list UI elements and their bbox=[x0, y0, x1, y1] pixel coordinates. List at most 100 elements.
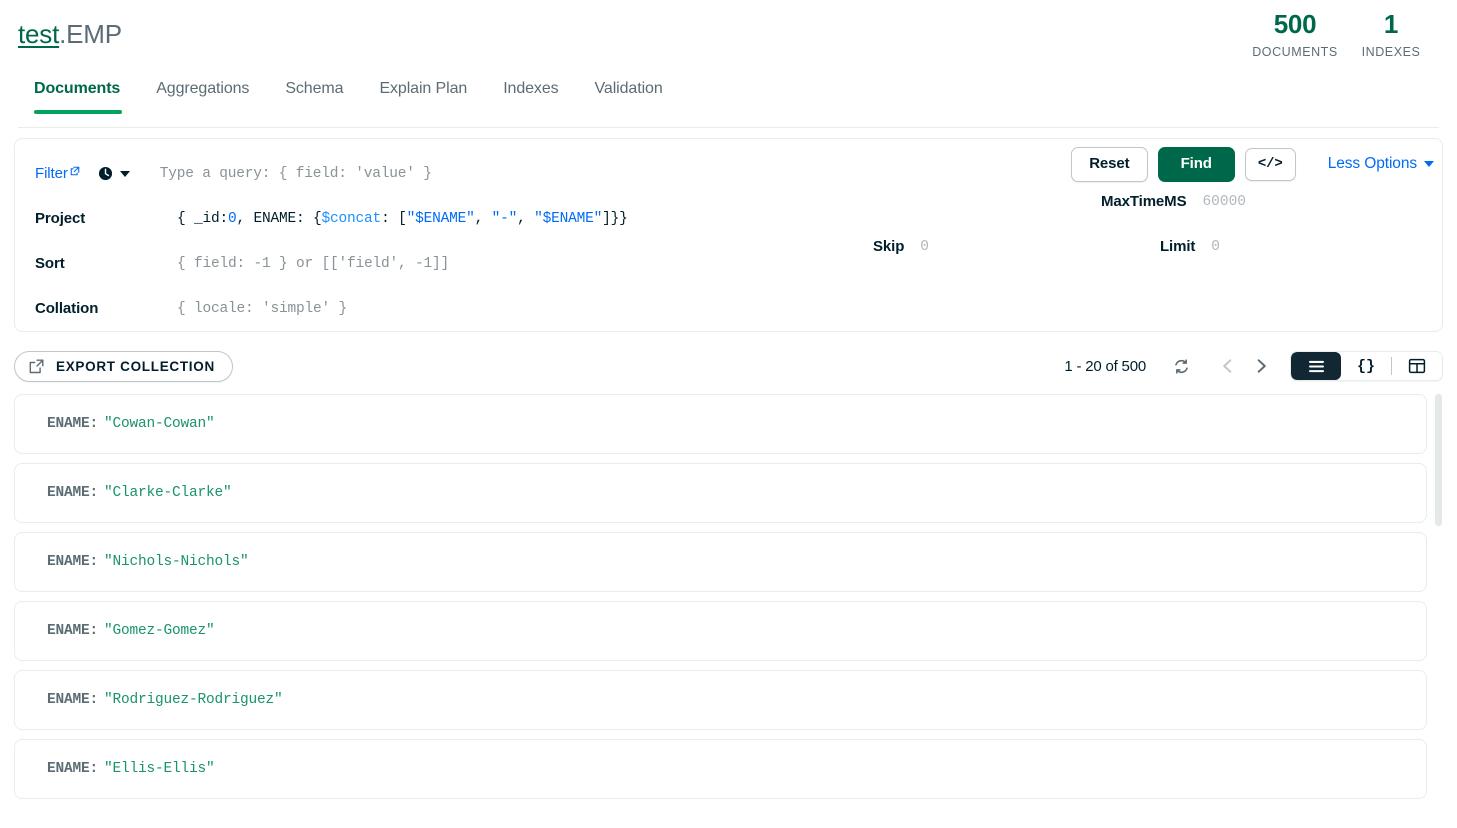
query-sort-row: Sort { field: -1 } or [['field', -1]] bbox=[25, 241, 1432, 286]
document-card[interactable]: ENAME: "Cowan-Cowan" bbox=[14, 394, 1427, 454]
view-mode-json[interactable]: {} bbox=[1341, 352, 1391, 380]
project-input[interactable]: { _id:0, ENAME: {$concat: ["$ENAME", "-"… bbox=[177, 211, 1432, 227]
query-history-button[interactable] bbox=[98, 166, 130, 181]
document-card[interactable]: ENAME: "Ellis-Ellis" bbox=[14, 739, 1427, 799]
document-list-scrollbar[interactable] bbox=[1434, 394, 1443, 814]
documents-pagination: 1 - 20 of 500 {} bbox=[1064, 348, 1443, 384]
refresh-icon bbox=[1174, 358, 1188, 374]
chevron-down-icon bbox=[1424, 161, 1434, 168]
skip-input[interactable]: 0 bbox=[920, 239, 929, 255]
collation-input[interactable]: { locale: 'simple' } bbox=[177, 301, 1432, 317]
document-field: ENAME: "Nichols-Nichols" bbox=[47, 554, 249, 570]
document-card[interactable]: ENAME: "Nichols-Nichols" bbox=[14, 532, 1427, 592]
options-toggle[interactable]: Less Options bbox=[1328, 155, 1434, 173]
document-field-value[interactable]: "Cowan-Cowan" bbox=[104, 416, 215, 432]
maxtimems-label: MaxTimeMS bbox=[1100, 193, 1187, 210]
document-range-label: 1 - 20 of 500 bbox=[1064, 357, 1146, 375]
document-field-key: ENAME bbox=[47, 623, 90, 639]
tab-explain-plan[interactable]: Explain Plan bbox=[361, 80, 485, 112]
external-link-icon bbox=[70, 166, 80, 175]
project-token-zero: 0 bbox=[228, 210, 237, 227]
query-skip-row: Skip 0 bbox=[873, 238, 929, 255]
compass-collection-view: test.EMP 500 DOCUMENTS 1 INDEXES Documen… bbox=[0, 0, 1457, 828]
reset-button[interactable]: Reset bbox=[1071, 147, 1148, 182]
collection-name: EMP bbox=[66, 19, 122, 49]
scrollbar-thumb[interactable] bbox=[1435, 394, 1442, 526]
indexes-count-label: INDEXES bbox=[1361, 44, 1421, 59]
tab-documents-label: Documents bbox=[34, 80, 121, 97]
documents-toolbar: EXPORT COLLECTION 1 - 20 of 500 {} bbox=[14, 348, 1443, 384]
tab-validation[interactable]: Validation bbox=[577, 80, 681, 112]
view-mode-table[interactable] bbox=[1392, 352, 1442, 380]
limit-label: Limit bbox=[1159, 238, 1196, 255]
view-mode-list[interactable] bbox=[1291, 352, 1341, 380]
indexes-count-value: 1 bbox=[1383, 9, 1399, 39]
collection-tabs: Documents Aggregations Schema Explain Pl… bbox=[0, 80, 1457, 128]
collection-stats: 500 DOCUMENTS 1 INDEXES bbox=[1247, 8, 1439, 59]
sort-input[interactable]: { field: -1 } or [['field', -1]] bbox=[177, 256, 1432, 272]
export-to-language-button[interactable]: </> bbox=[1244, 147, 1296, 182]
next-page-button[interactable] bbox=[1244, 351, 1278, 381]
database-name-link[interactable]: test bbox=[18, 19, 59, 49]
project-token-str3: "$ENAME" bbox=[534, 210, 603, 227]
options-toggle-label: Less Options bbox=[1327, 155, 1417, 173]
document-field-key: ENAME bbox=[47, 692, 90, 708]
tab-documents[interactable]: Documents bbox=[18, 80, 138, 114]
clock-icon bbox=[98, 166, 112, 181]
document-field-colon: : bbox=[89, 761, 99, 777]
project-token-post: ]}} bbox=[602, 210, 628, 227]
tab-validation-label: Validation bbox=[594, 80, 663, 97]
tab-schema[interactable]: Schema bbox=[267, 80, 361, 112]
document-field-colon: : bbox=[89, 554, 99, 570]
query-limit-row: Limit 0 bbox=[1160, 238, 1220, 255]
previous-page-button[interactable] bbox=[1210, 351, 1244, 381]
tab-aggregations[interactable]: Aggregations bbox=[138, 80, 267, 112]
document-card[interactable]: ENAME: "Gomez-Gomez" bbox=[14, 601, 1427, 661]
collection-header: test.EMP 500 DOCUMENTS 1 INDEXES bbox=[0, 0, 1457, 80]
query-bar: Filter Type a query: { field: 'value' } … bbox=[14, 138, 1443, 332]
document-field: ENAME: "Rodriguez-Rodriguez" bbox=[47, 692, 283, 708]
project-label: Project bbox=[35, 210, 86, 227]
document-field-value[interactable]: "Rodriguez-Rodriguez" bbox=[104, 692, 283, 708]
maxtimems-input[interactable]: 60000 bbox=[1202, 194, 1246, 210]
project-token-str2: "-" bbox=[491, 210, 518, 227]
document-field-value[interactable]: "Clarke-Clarke" bbox=[104, 485, 232, 501]
document-card[interactable]: ENAME: "Rodriguez-Rodriguez" bbox=[14, 670, 1427, 730]
tab-indexes[interactable]: Indexes bbox=[485, 80, 576, 112]
document-field: ENAME: "Gomez-Gomez" bbox=[47, 623, 215, 639]
tab-aggregations-label: Aggregations bbox=[156, 80, 250, 97]
document-field-value[interactable]: "Gomez-Gomez" bbox=[104, 623, 215, 639]
braces-icon: {} bbox=[1356, 357, 1375, 375]
document-field-key: ENAME bbox=[47, 416, 90, 432]
project-token-str1: "$ENAME" bbox=[406, 210, 475, 227]
view-mode-toggle: {} bbox=[1290, 351, 1443, 381]
document-field: ENAME: "Clarke-Clarke" bbox=[47, 485, 232, 501]
query-collation-row: Collation { locale: 'simple' } bbox=[25, 286, 1432, 331]
document-list: ENAME: "Cowan-Cowan" ENAME: "Clarke-Clarke… bbox=[14, 394, 1443, 814]
document-card[interactable]: ENAME: "Clarke-Clarke" bbox=[14, 463, 1427, 523]
document-field: ENAME: "Cowan-Cowan" bbox=[47, 416, 215, 432]
project-token-comma1: , bbox=[474, 210, 492, 227]
namespace-title: test.EMP bbox=[18, 19, 122, 50]
project-token-pre: { _id: bbox=[177, 210, 229, 227]
limit-input[interactable]: 0 bbox=[1211, 239, 1220, 255]
refresh-documents-button[interactable] bbox=[1164, 351, 1198, 381]
chevron-right-icon bbox=[1257, 359, 1266, 373]
chevron-down-icon bbox=[119, 170, 130, 177]
project-token-mid: , ENAME: { bbox=[236, 210, 322, 227]
document-field-value[interactable]: "Nichols-Nichols" bbox=[104, 554, 249, 570]
list-icon bbox=[1308, 360, 1324, 372]
filter-label-link[interactable]: Filter bbox=[25, 165, 80, 182]
document-field-value[interactable]: "Ellis-Ellis" bbox=[104, 761, 215, 777]
project-token-concat: $concat bbox=[321, 210, 382, 227]
skip-label: Skip bbox=[873, 238, 905, 255]
find-button[interactable]: Find bbox=[1157, 147, 1235, 182]
export-collection-button[interactable]: EXPORT COLLECTION bbox=[14, 350, 233, 382]
sort-label: Sort bbox=[35, 255, 65, 272]
document-field-colon: : bbox=[89, 623, 99, 639]
documents-count-label: DOCUMENTS bbox=[1252, 44, 1338, 59]
stat-indexes: 1 INDEXES bbox=[1343, 8, 1439, 59]
tab-explain-plan-label: Explain Plan bbox=[379, 80, 468, 97]
document-field: ENAME: "Ellis-Ellis" bbox=[47, 761, 215, 777]
collation-label: Collation bbox=[35, 300, 99, 317]
